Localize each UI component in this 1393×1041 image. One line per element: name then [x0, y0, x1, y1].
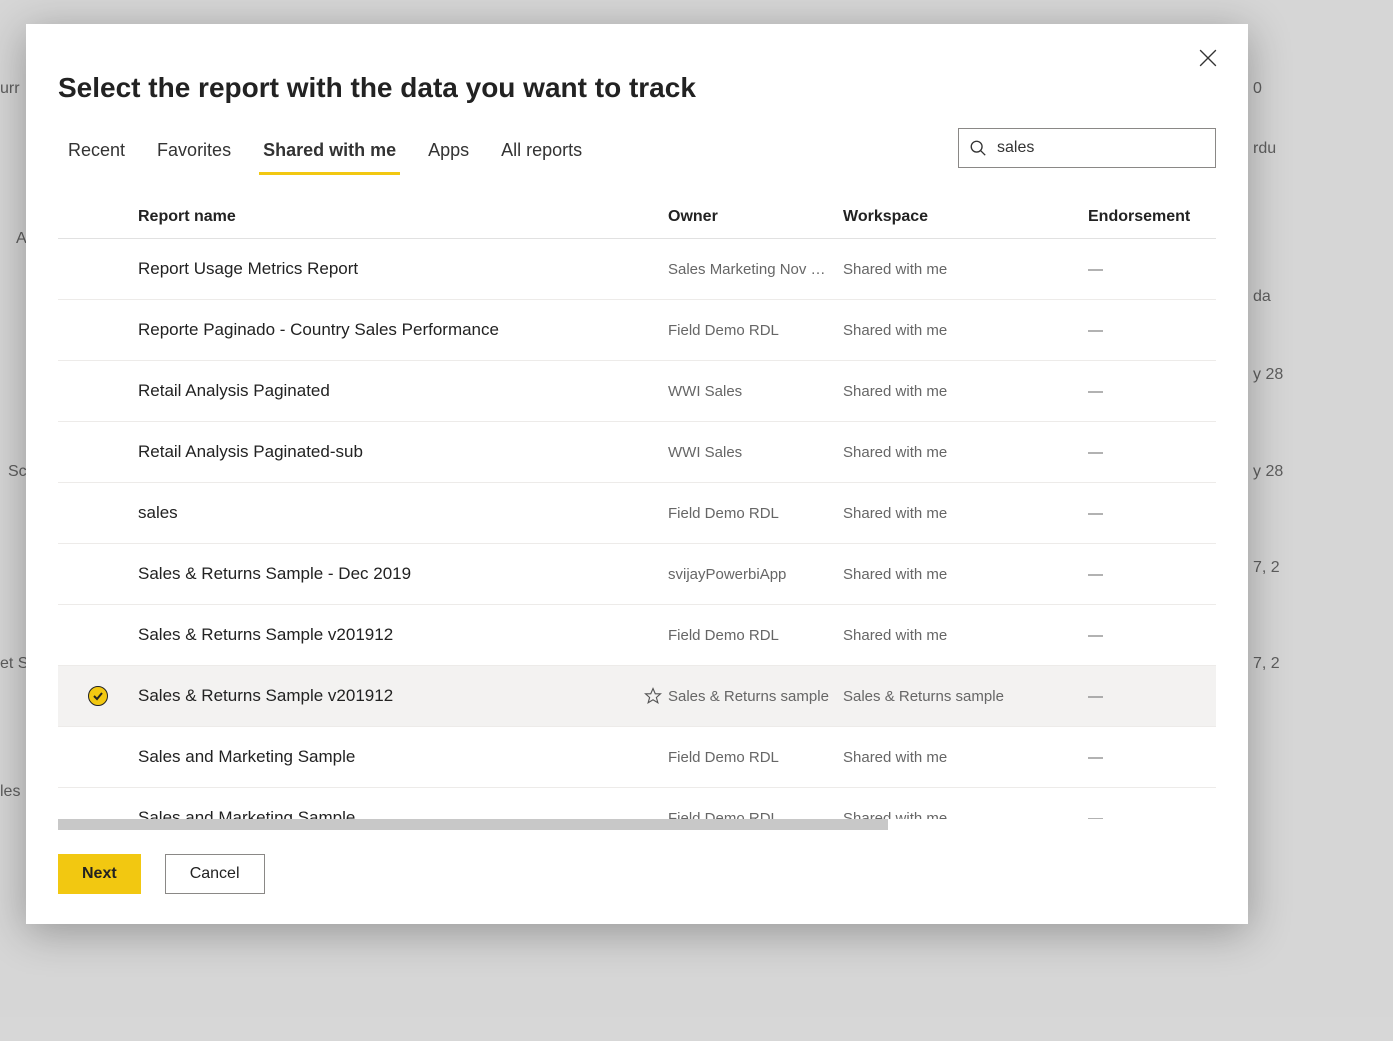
tab-all[interactable]: All reports: [501, 132, 582, 175]
row-select-cell[interactable]: [58, 686, 138, 706]
row-report-name: Reporte Paginado - Country Sales Perform…: [138, 320, 638, 340]
row-owner: Field Demo RDL: [668, 810, 843, 820]
star-icon: [644, 687, 662, 705]
col-header-endorsement[interactable]: Endorsement: [1088, 208, 1216, 226]
row-owner: svijayPowerbiApp: [668, 566, 843, 583]
row-endorsement: —: [1088, 688, 1216, 705]
table-body[interactable]: Report Usage Metrics Report Sales Marketi…: [58, 239, 1216, 819]
row-owner: WWI Sales: [668, 444, 843, 461]
row-report-name: sales: [138, 503, 638, 523]
cancel-button[interactable]: Cancel: [165, 854, 265, 894]
next-button[interactable]: Next: [58, 854, 141, 894]
favorite-toggle[interactable]: [638, 687, 668, 705]
row-report-name: Sales & Returns Sample v201912: [138, 625, 638, 645]
dialog-title: Select the report with the data you want…: [58, 72, 1200, 104]
horizontal-scrollbar[interactable]: [58, 819, 1216, 830]
row-workspace: Shared with me: [843, 261, 1088, 278]
tab-recent[interactable]: Recent: [68, 132, 125, 175]
dialog-footer: Next Cancel: [26, 830, 1248, 924]
table-row[interactable]: Sales & Returns Sample v201912 Sales & Re…: [58, 666, 1216, 727]
table-row[interactable]: Retail Analysis Paginated WWI SalesShared…: [58, 361, 1216, 422]
row-report-name: Retail Analysis Paginated: [138, 381, 638, 401]
row-owner: Field Demo RDL: [668, 505, 843, 522]
row-endorsement: —: [1088, 810, 1216, 820]
table-row[interactable]: Report Usage Metrics Report Sales Marketi…: [58, 239, 1216, 300]
search-box[interactable]: [958, 128, 1216, 168]
row-endorsement: —: [1088, 383, 1216, 400]
row-report-name: Report Usage Metrics Report: [138, 259, 638, 279]
table-header-row: Report name Owner Workspace Endorsement: [58, 195, 1216, 239]
row-endorsement: —: [1088, 505, 1216, 522]
row-workspace: Sales & Returns sample: [843, 688, 1088, 705]
select-report-dialog: Select the report with the data you want…: [26, 24, 1248, 924]
row-owner: Field Demo RDL: [668, 627, 843, 644]
table-row[interactable]: Reporte Paginado - Country Sales Perform…: [58, 300, 1216, 361]
row-endorsement: —: [1088, 444, 1216, 461]
row-report-name: Sales & Returns Sample - Dec 2019: [138, 564, 638, 584]
row-workspace: Shared with me: [843, 627, 1088, 644]
tab-shared[interactable]: Shared with me: [263, 132, 396, 175]
row-workspace: Shared with me: [843, 566, 1088, 583]
row-endorsement: —: [1088, 627, 1216, 644]
row-workspace: Shared with me: [843, 749, 1088, 766]
row-endorsement: —: [1088, 261, 1216, 278]
row-owner: Field Demo RDL: [668, 749, 843, 766]
scrollbar-thumb[interactable]: [58, 819, 888, 830]
tab-favorites[interactable]: Favorites: [157, 132, 231, 175]
table-row[interactable]: Sales & Returns Sample v201912 Field Demo…: [58, 605, 1216, 666]
row-workspace: Shared with me: [843, 505, 1088, 522]
row-endorsement: —: [1088, 749, 1216, 766]
row-workspace: Shared with me: [843, 444, 1088, 461]
row-owner: Field Demo RDL: [668, 322, 843, 339]
search-icon: [969, 139, 987, 157]
search-input[interactable]: [997, 139, 1205, 157]
report-table: Report name Owner Workspace Endorsement …: [58, 195, 1216, 830]
dialog-header: Select the report with the data you want…: [26, 24, 1248, 104]
row-report-name: Retail Analysis Paginated-sub: [138, 442, 638, 462]
col-header-owner[interactable]: Owner: [668, 208, 843, 226]
col-header-workspace[interactable]: Workspace: [843, 208, 1088, 226]
row-report-name: Sales & Returns Sample v201912: [138, 686, 638, 706]
row-endorsement: —: [1088, 322, 1216, 339]
table-row[interactable]: Sales and Marketing Sample Field Demo RDL…: [58, 727, 1216, 788]
table-row[interactable]: Retail Analysis Paginated-sub WWI SalesSh…: [58, 422, 1216, 483]
table-row[interactable]: sales Field Demo RDLShared with me—: [58, 483, 1216, 544]
row-workspace: Shared with me: [843, 383, 1088, 400]
tab-apps[interactable]: Apps: [428, 132, 469, 175]
row-owner: Sales & Returns sample: [668, 688, 843, 705]
row-owner: Sales Marketing Nov …: [668, 261, 843, 278]
table-row[interactable]: Sales & Returns Sample - Dec 2019 svijayP…: [58, 544, 1216, 605]
close-button[interactable]: [1192, 42, 1224, 74]
row-owner: WWI Sales: [668, 383, 843, 400]
tab-bar: Recent Favorites Shared with me Apps All rep…: [26, 104, 1248, 175]
row-endorsement: —: [1088, 566, 1216, 583]
table-row[interactable]: Sales and Marketing Sample Field Demo RDL…: [58, 788, 1216, 819]
close-icon: [1199, 49, 1217, 67]
selected-check-icon: [88, 686, 108, 706]
row-workspace: Shared with me: [843, 810, 1088, 820]
row-workspace: Shared with me: [843, 322, 1088, 339]
col-header-name[interactable]: Report name: [138, 208, 668, 226]
row-report-name: Sales and Marketing Sample: [138, 747, 638, 767]
row-report-name: Sales and Marketing Sample: [138, 808, 638, 819]
